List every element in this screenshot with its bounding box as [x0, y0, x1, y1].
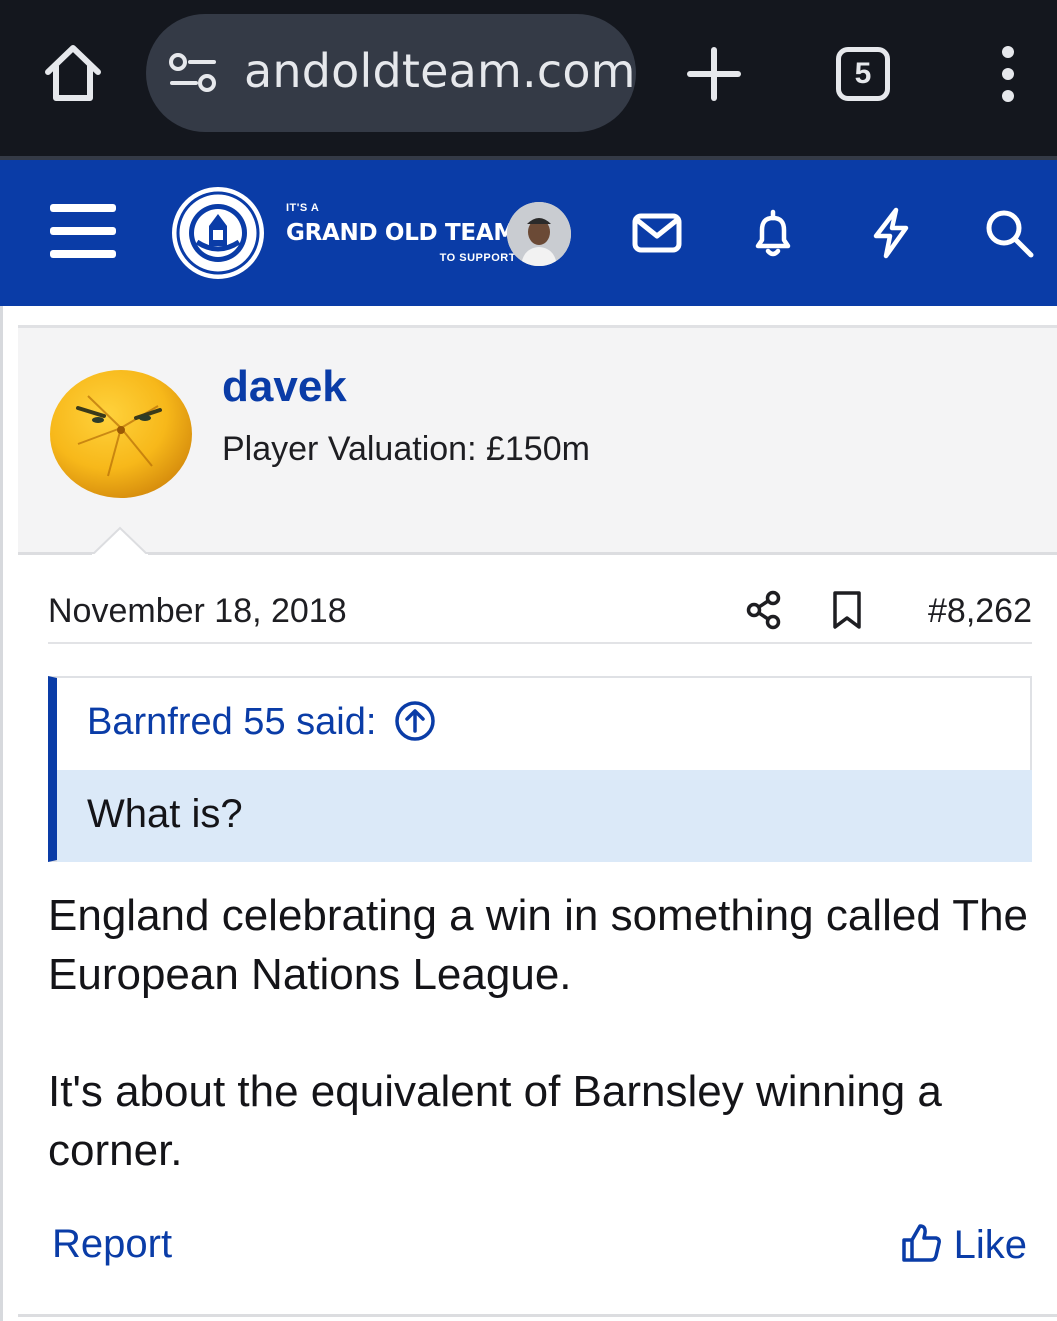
meta-divider [48, 642, 1032, 644]
bell-icon[interactable] [746, 206, 800, 260]
quote-body: What is? [57, 770, 1032, 862]
search-icon[interactable] [982, 206, 1036, 260]
new-tab-icon[interactable] [684, 44, 744, 104]
share-icon[interactable] [746, 590, 782, 630]
site-logo[interactable] [172, 187, 264, 279]
post-user-info: davek Player Valuation: £150m [18, 325, 1057, 555]
logo-crest-icon [176, 191, 260, 275]
quote-text: What is? [87, 792, 243, 836]
address-bar[interactable]: andoldteam.com [146, 14, 636, 132]
user-avatar-orange[interactable] [48, 366, 194, 502]
quote-header[interactable]: Barnfred 55 said: [87, 700, 436, 756]
account-avatar-image [507, 202, 571, 266]
post-username[interactable]: davek [222, 362, 347, 412]
site-logo-text[interactable]: IT'S A GRAND OLD TEAM TO SUPPORT [286, 202, 516, 264]
page-left-border [0, 306, 3, 1321]
account-avatar[interactable] [507, 202, 571, 266]
more-menu-icon[interactable] [990, 44, 1026, 104]
site-settings-icon[interactable] [168, 52, 218, 94]
browser-toolbar: andoldteam.com 5 [0, 0, 1057, 158]
quote-author[interactable]: Barnfred 55 said: [87, 701, 376, 743]
report-link[interactable]: Report [52, 1222, 172, 1267]
quote-block: Barnfred 55 said: What is? [48, 676, 1032, 862]
user-block-pointer [92, 526, 148, 556]
thumbs-up-icon [901, 1224, 941, 1262]
tab-switcher-button[interactable]: 5 [836, 47, 890, 101]
post-date[interactable]: November 18, 2018 [48, 592, 347, 631]
home-icon[interactable] [40, 40, 106, 106]
menu-icon[interactable] [50, 202, 116, 260]
post-body: England celebrating a win in something c… [48, 886, 1038, 1238]
post-meta: November 18, 2018 #8,262 [48, 586, 1032, 636]
site-header: IT'S A GRAND OLD TEAM TO SUPPORT [0, 160, 1057, 306]
arrow-up-circle-icon[interactable] [394, 700, 436, 742]
user-title: Player Valuation: £150m [222, 430, 590, 468]
url-text[interactable]: andoldteam.com [244, 44, 636, 98]
bookmark-icon[interactable] [830, 590, 864, 630]
post-paragraph: It's about the equivalent of Barnsley wi… [48, 1067, 942, 1175]
like-button[interactable]: Like [900, 1222, 1027, 1268]
inbox-icon[interactable] [630, 206, 684, 260]
logo-line-1: IT'S A [286, 202, 320, 214]
post-number[interactable]: #8,262 [928, 592, 1032, 631]
post-bottom-divider [18, 1314, 1057, 1317]
post-paragraph: England celebrating a win in something c… [48, 891, 1029, 999]
lightning-icon[interactable] [864, 206, 918, 260]
logo-line-3: TO SUPPORT [439, 252, 516, 264]
like-label[interactable]: Like [954, 1223, 1027, 1267]
logo-line-2: GRAND OLD TEAM [286, 220, 516, 246]
